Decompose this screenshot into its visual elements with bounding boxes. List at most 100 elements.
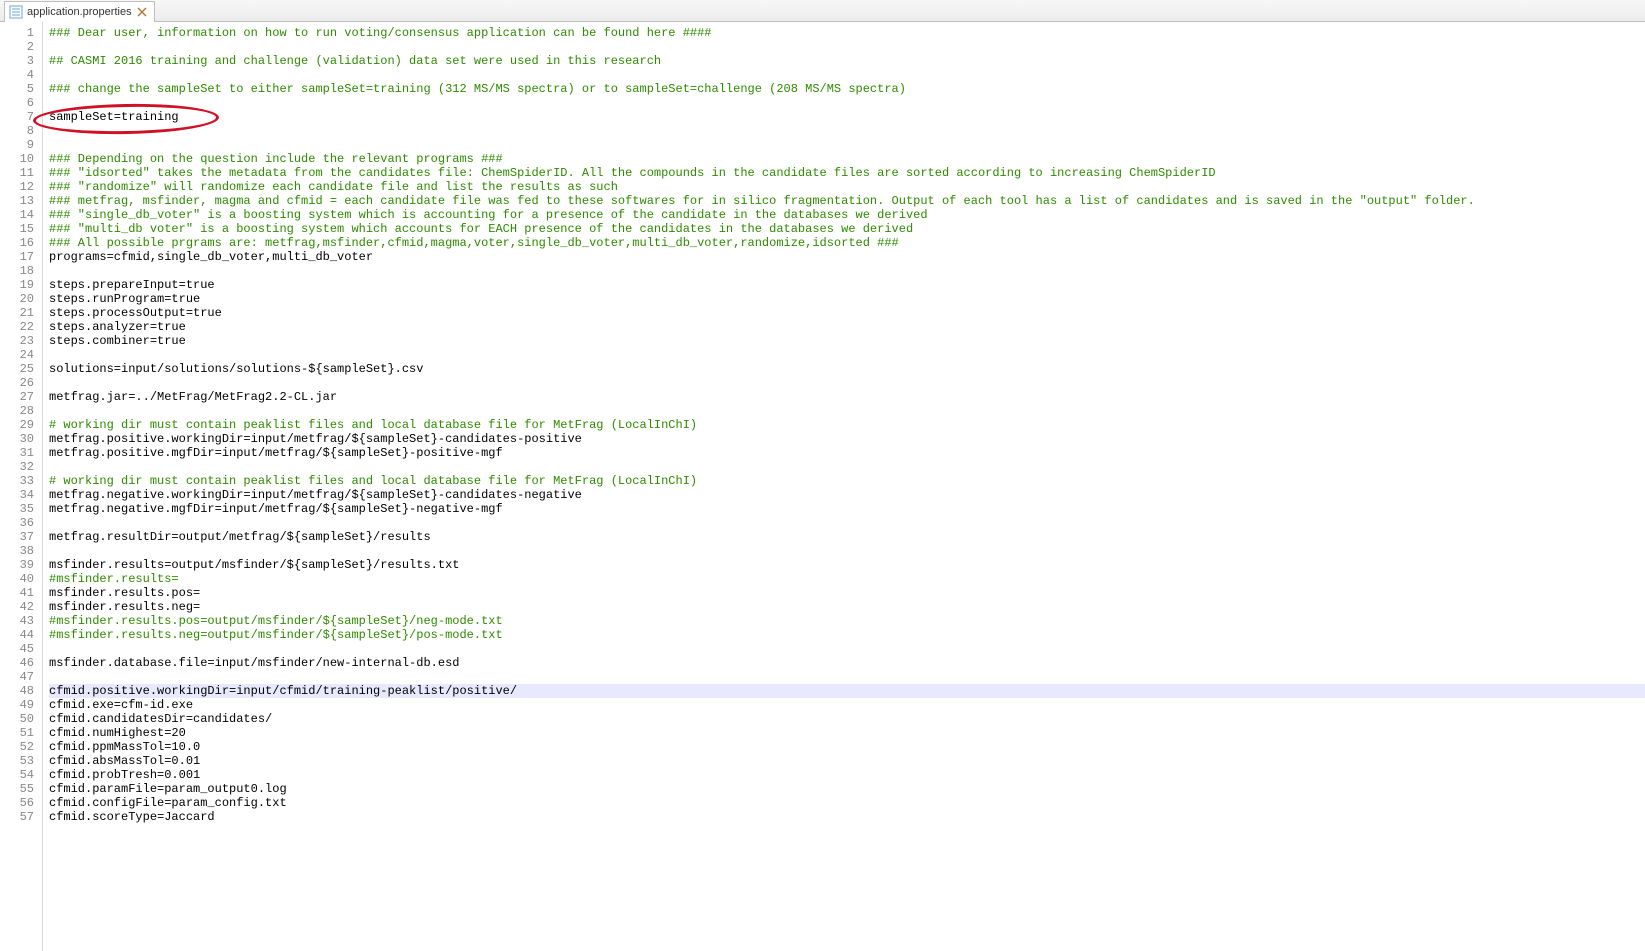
line-number: 12 <box>6 180 34 194</box>
code-line[interactable]: metfrag.jar=../MetFrag/MetFrag2.2-CL.jar <box>49 390 1645 404</box>
code-line[interactable]: #msfinder.results.pos=output/msfinder/${… <box>49 614 1645 628</box>
line-number: 38 <box>6 544 34 558</box>
code-line[interactable]: cfmid.paramFile=param_output0.log <box>49 782 1645 796</box>
code-line[interactable] <box>49 670 1645 684</box>
code-line[interactable] <box>49 96 1645 110</box>
code-line[interactable]: ### metfrag, msfinder, magma and cfmid =… <box>49 194 1645 208</box>
code-line[interactable] <box>49 516 1645 530</box>
code-line[interactable]: metfrag.positive.mgfDir=input/metfrag/${… <box>49 446 1645 460</box>
code-line[interactable]: steps.runProgram=true <box>49 292 1645 306</box>
line-number: 44 <box>6 628 34 642</box>
code-line[interactable]: metfrag.positive.workingDir=input/metfra… <box>49 432 1645 446</box>
code-line[interactable]: ### Dear user, information on how to run… <box>49 26 1645 40</box>
code-line[interactable]: ### "multi_db voter" is a boosting syste… <box>49 222 1645 236</box>
line-number: 39 <box>6 558 34 572</box>
line-number: 47 <box>6 670 34 684</box>
line-number: 45 <box>6 642 34 656</box>
code-line[interactable] <box>49 138 1645 152</box>
line-number: 57 <box>6 810 34 824</box>
code-line[interactable] <box>49 376 1645 390</box>
code-line[interactable] <box>49 348 1645 362</box>
line-number: 15 <box>6 222 34 236</box>
code-line[interactable]: cfmid.scoreType=Jaccard <box>49 810 1645 824</box>
line-number: 16 <box>6 236 34 250</box>
code-line[interactable] <box>49 124 1645 138</box>
code-line[interactable]: ### "randomize" will randomize each cand… <box>49 180 1645 194</box>
line-number: 19 <box>6 278 34 292</box>
code-line[interactable]: msfinder.results.pos= <box>49 586 1645 600</box>
line-number: 7 <box>6 110 34 124</box>
line-number: 36 <box>6 516 34 530</box>
code-line[interactable]: cfmid.candidatesDir=candidates/ <box>49 712 1645 726</box>
code-line[interactable]: cfmid.configFile=param_config.txt <box>49 796 1645 810</box>
editor-tab[interactable]: application.properties <box>4 1 155 22</box>
line-number: 41 <box>6 586 34 600</box>
code-area[interactable]: ### Dear user, information on how to run… <box>43 22 1645 951</box>
code-line[interactable]: msfinder.results=output/msfinder/${sampl… <box>49 558 1645 572</box>
code-line[interactable]: cfmid.absMassTol=0.01 <box>49 754 1645 768</box>
line-number: 28 <box>6 404 34 418</box>
code-line[interactable]: #msfinder.results= <box>49 572 1645 586</box>
code-line[interactable]: ## CASMI 2016 training and challenge (va… <box>49 54 1645 68</box>
line-number: 35 <box>6 502 34 516</box>
line-number: 8 <box>6 124 34 138</box>
line-number: 21 <box>6 306 34 320</box>
code-line[interactable] <box>49 68 1645 82</box>
line-number: 9 <box>6 138 34 152</box>
code-editor[interactable]: 1234567891011121314151617181920212223242… <box>0 22 1645 951</box>
line-number: 1 <box>6 26 34 40</box>
code-line[interactable]: cfmid.numHighest=20 <box>49 726 1645 740</box>
code-line[interactable]: cfmid.ppmMassTol=10.0 <box>49 740 1645 754</box>
line-number-gutter: 1234567891011121314151617181920212223242… <box>0 22 43 951</box>
line-number: 24 <box>6 348 34 362</box>
code-line[interactable]: ### All possible prgrams are: metfrag,ms… <box>49 236 1645 250</box>
code-line[interactable]: cfmid.probTresh=0.001 <box>49 768 1645 782</box>
code-line[interactable] <box>49 404 1645 418</box>
code-line[interactable] <box>49 642 1645 656</box>
code-line[interactable]: sampleSet=training <box>49 110 1645 124</box>
code-line[interactable]: ### "idsorted" takes the metadata from t… <box>49 166 1645 180</box>
line-number: 55 <box>6 782 34 796</box>
code-line[interactable]: msfinder.results.neg= <box>49 600 1645 614</box>
close-tab-icon[interactable] <box>136 6 148 18</box>
code-line[interactable]: steps.analyzer=true <box>49 320 1645 334</box>
line-number: 30 <box>6 432 34 446</box>
line-number: 34 <box>6 488 34 502</box>
code-line[interactable]: ### change the sampleSet to either sampl… <box>49 82 1645 96</box>
tab-filename: application.properties <box>27 6 132 18</box>
code-line[interactable]: # working dir must contain peaklist file… <box>49 418 1645 432</box>
line-number: 11 <box>6 166 34 180</box>
code-line[interactable]: metfrag.resultDir=output/metfrag/${sampl… <box>49 530 1645 544</box>
line-number: 37 <box>6 530 34 544</box>
code-line[interactable]: cfmid.exe=cfm-id.exe <box>49 698 1645 712</box>
line-number: 6 <box>6 96 34 110</box>
line-number: 51 <box>6 726 34 740</box>
code-line[interactable]: steps.combiner=true <box>49 334 1645 348</box>
code-line[interactable] <box>49 40 1645 54</box>
line-number: 53 <box>6 754 34 768</box>
line-number: 13 <box>6 194 34 208</box>
code-line[interactable]: msfinder.database.file=input/msfinder/ne… <box>49 656 1645 670</box>
code-line[interactable] <box>49 264 1645 278</box>
line-number: 32 <box>6 460 34 474</box>
line-number: 3 <box>6 54 34 68</box>
code-line[interactable]: # working dir must contain peaklist file… <box>49 474 1645 488</box>
code-line[interactable]: metfrag.negative.mgfDir=input/metfrag/${… <box>49 502 1645 516</box>
code-line[interactable]: ### Depending on the question include th… <box>49 152 1645 166</box>
tab-bar: application.properties <box>0 0 1645 22</box>
line-number: 2 <box>6 40 34 54</box>
code-line[interactable]: cfmid.positive.workingDir=input/cfmid/tr… <box>49 684 1645 698</box>
code-line[interactable]: steps.prepareInput=true <box>49 278 1645 292</box>
code-line[interactable]: #msfinder.results.neg=output/msfinder/${… <box>49 628 1645 642</box>
code-line[interactable]: solutions=input/solutions/solutions-${sa… <box>49 362 1645 376</box>
code-line[interactable]: steps.processOutput=true <box>49 306 1645 320</box>
line-number: 20 <box>6 292 34 306</box>
line-number: 52 <box>6 740 34 754</box>
code-line[interactable] <box>49 544 1645 558</box>
code-line[interactable]: metfrag.negative.workingDir=input/metfra… <box>49 488 1645 502</box>
code-line[interactable] <box>49 460 1645 474</box>
line-number: 54 <box>6 768 34 782</box>
code-line[interactable]: ### "single_db_voter" is a boosting syst… <box>49 208 1645 222</box>
line-number: 40 <box>6 572 34 586</box>
code-line[interactable]: programs=cfmid,single_db_voter,multi_db_… <box>49 250 1645 264</box>
